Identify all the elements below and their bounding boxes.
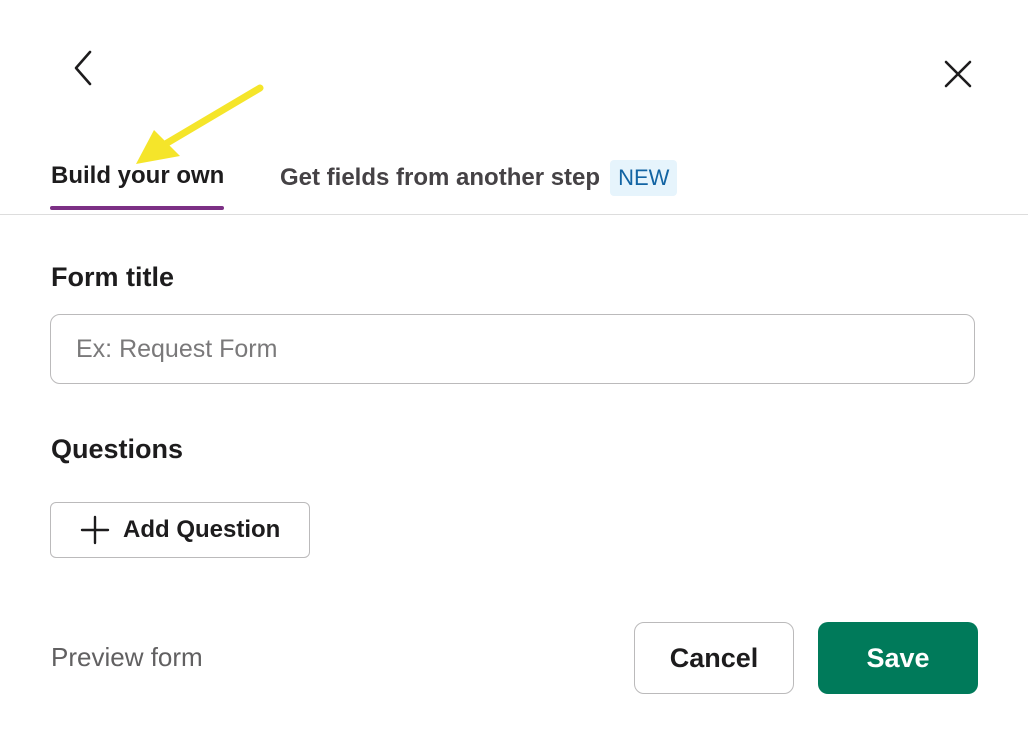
save-button-label: Save bbox=[866, 642, 930, 673]
back-button[interactable] bbox=[60, 46, 104, 90]
cancel-button-label: Cancel bbox=[669, 642, 759, 673]
new-badge: NEW bbox=[610, 160, 678, 196]
tab-get-fields-label: Get fields from another step bbox=[280, 164, 601, 191]
tab-build-your-own[interactable]: Build your own bbox=[51, 160, 224, 192]
add-question-label: Add Question bbox=[123, 516, 281, 543]
cancel-button[interactable]: Cancel bbox=[634, 622, 794, 694]
close-icon bbox=[944, 60, 972, 88]
plus-icon bbox=[80, 515, 110, 545]
form-title-input[interactable] bbox=[50, 314, 975, 384]
questions-label: Questions bbox=[51, 434, 184, 464]
active-tab-indicator bbox=[50, 206, 224, 210]
form-title-label: Form title bbox=[51, 262, 175, 292]
chevron-left-icon bbox=[74, 50, 92, 86]
preview-form-link[interactable]: Preview form bbox=[51, 642, 203, 673]
tab-build-your-own-label: Build your own bbox=[51, 162, 225, 189]
close-button[interactable] bbox=[936, 52, 980, 96]
tab-bar: Build your own Get fields from another s… bbox=[0, 140, 1028, 215]
add-question-button[interactable]: Add Question bbox=[50, 502, 310, 558]
save-button[interactable]: Save bbox=[818, 622, 978, 694]
form-builder-modal: Build your own Get fields from another s… bbox=[0, 0, 1028, 738]
tab-get-fields-from-another-step[interactable]: Get fields from another step NEW bbox=[280, 160, 678, 196]
